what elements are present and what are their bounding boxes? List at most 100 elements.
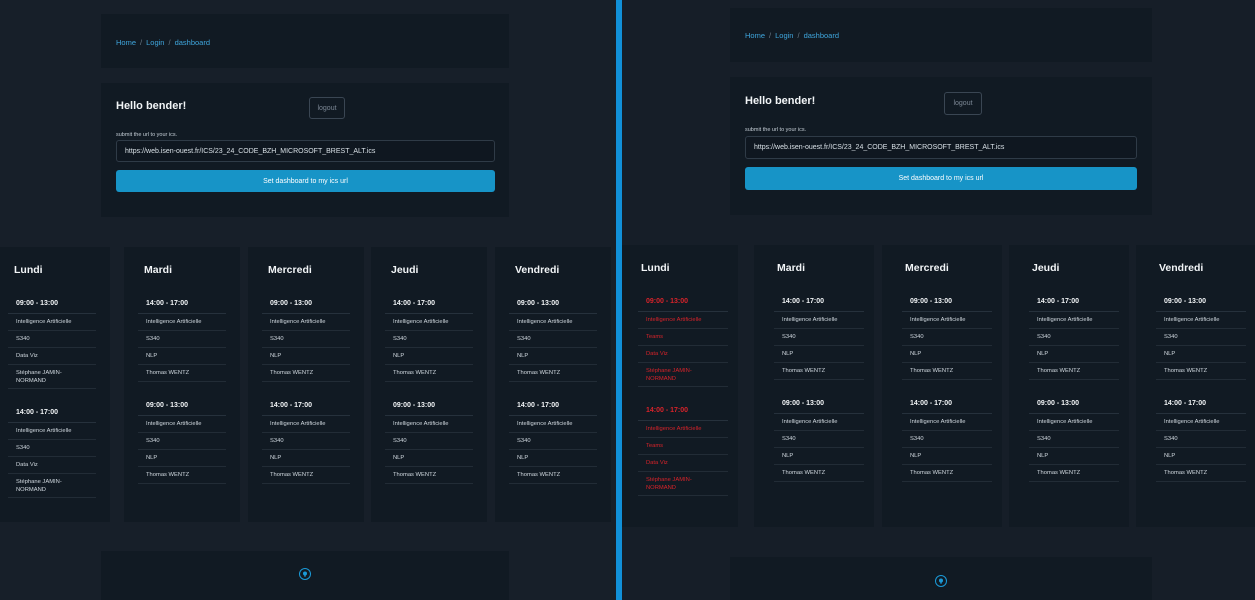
day-title: Mercredi [905, 262, 949, 274]
breadcrumb: Home / Login / dashboard [745, 31, 843, 40]
event-teacher: Thomas WENTZ [509, 467, 597, 484]
event-group: NLP [1029, 448, 1119, 465]
set-dashboard-button[interactable]: Set dashboard to my ics url [745, 167, 1137, 190]
set-dashboard-button[interactable]: Set dashboard to my ics url [116, 170, 495, 192]
event-list: 14:00 - 17:00 Intelligence Artificielle S3… [385, 296, 473, 500]
event-card[interactable]: 14:00 - 17:00 Intelligence Artificielle Te… [638, 403, 728, 496]
event-group: NLP [509, 348, 597, 365]
ics-url-input[interactable]: https://web.isen-ouest.fr/ICS/23_24_CODE… [745, 136, 1137, 159]
event-group: NLP [138, 450, 226, 467]
day-title: Mercredi [268, 264, 312, 276]
event-course: Intelligence Artificielle [902, 312, 992, 329]
event-course: Intelligence Artificielle [1156, 414, 1246, 431]
event-card[interactable]: 09:00 - 13:00 Intelligence Artificielle S3… [8, 296, 96, 389]
event-teacher: Thomas WENTZ [138, 467, 226, 484]
event-course: Intelligence Artificielle [509, 416, 597, 433]
breadcrumb-separator: / [140, 38, 143, 47]
event-card[interactable]: 14:00 - 17:00 Intelligence Artificielle S3… [138, 296, 226, 382]
breadcrumb-login-link[interactable]: Login [775, 31, 793, 40]
event-card[interactable]: 14:00 - 17:00 Intelligence Artificielle S3… [774, 294, 864, 380]
brand-logo-icon[interactable] [299, 568, 311, 580]
event-group: NLP [1029, 346, 1119, 363]
breadcrumb-card: Home / Login / dashboard [730, 8, 1152, 62]
event-card[interactable]: 14:00 - 17:00 Intelligence Artificielle S3… [509, 398, 597, 484]
event-room: S340 [138, 331, 226, 348]
event-group: NLP [774, 448, 864, 465]
event-card[interactable]: 14:00 - 17:00 Intelligence Artificielle S3… [385, 296, 473, 382]
event-card[interactable]: 14:00 - 17:00 Intelligence Artificielle S3… [1029, 294, 1119, 380]
left-window: Home / Login / dashboard Hello bender! logou… [0, 0, 616, 600]
event-card[interactable]: 14:00 - 17:00 Intelligence Artificielle S3… [8, 405, 96, 498]
event-course: Intelligence Artificielle [509, 314, 597, 331]
event-course: Intelligence Artificielle [638, 421, 728, 438]
event-teacher: Thomas WENTZ [262, 467, 350, 484]
event-card[interactable]: 14:00 - 17:00 Intelligence Artificielle S3… [902, 396, 992, 482]
event-group: Data Viz [638, 455, 728, 472]
event-room: S340 [138, 433, 226, 450]
event-teacher: Thomas WENTZ [902, 465, 992, 482]
event-time: 09:00 - 13:00 [509, 296, 597, 314]
event-time: 09:00 - 13:00 [902, 294, 992, 312]
event-card[interactable]: 14:00 - 17:00 Intelligence Artificielle S3… [262, 398, 350, 484]
ics-url-input[interactable]: https://web.isen-ouest.fr/ICS/23_24_CODE… [116, 140, 495, 162]
event-group: Data Viz [638, 346, 728, 363]
breadcrumb-dashboard-link[interactable]: dashboard [804, 31, 839, 40]
event-card[interactable]: 09:00 - 13:00 Intelligence Artificielle S3… [1156, 294, 1246, 380]
event-room: S340 [385, 433, 473, 450]
event-course: Intelligence Artificielle [385, 314, 473, 331]
event-teacher: Thomas WENTZ [262, 365, 350, 382]
event-time: 14:00 - 17:00 [1156, 396, 1246, 414]
event-time: 09:00 - 13:00 [385, 398, 473, 416]
event-card[interactable]: 14:00 - 17:00 Intelligence Artificielle S3… [1156, 396, 1246, 482]
event-group: NLP [1156, 448, 1246, 465]
event-card[interactable]: 09:00 - 13:00 Intelligence Artificielle S3… [1029, 396, 1119, 482]
event-time: 09:00 - 13:00 [8, 296, 96, 314]
day-title: Lundi [14, 264, 43, 276]
event-time: 14:00 - 17:00 [509, 398, 597, 416]
event-card[interactable]: 09:00 - 13:00 Intelligence Artificielle S3… [509, 296, 597, 382]
event-list: 09:00 - 13:00 Intelligence Artificielle S3… [262, 296, 350, 500]
event-room: S340 [262, 433, 350, 450]
day-column: Jeudi 14:00 - 17:00 Intelligence Artificie… [371, 247, 487, 522]
settings-card: Hello bender! logout submit the url to y… [730, 77, 1152, 215]
logout-button[interactable]: logout [944, 92, 982, 115]
logout-button[interactable]: logout [309, 97, 345, 119]
breadcrumb-separator: / [168, 38, 171, 47]
breadcrumb-card: Home / Login / dashboard [101, 14, 509, 68]
event-teacher: Thomas WENTZ [1029, 363, 1119, 380]
event-group: Data Viz [8, 457, 96, 474]
day-column: Mercredi 09:00 - 13:00 Intelligence Artifi… [248, 247, 364, 522]
breadcrumb-dashboard-link[interactable]: dashboard [175, 38, 210, 47]
day-title: Vendredi [515, 264, 560, 276]
event-card[interactable]: 09:00 - 13:00 Intelligence Artificielle S3… [774, 396, 864, 482]
event-course: Intelligence Artificielle [385, 416, 473, 433]
footer [101, 551, 509, 600]
breadcrumb-login-link[interactable]: Login [146, 38, 164, 47]
event-card[interactable]: 09:00 - 13:00 Intelligence Artificielle S3… [385, 398, 473, 484]
event-time: 14:00 - 17:00 [902, 396, 992, 414]
day-title: Mardi [144, 264, 173, 276]
ics-url-label: submit the url to your ics. [116, 132, 178, 138]
settings-card: Hello bender! logout submit the url to y… [101, 83, 509, 217]
greeting-heading: Hello bender! [745, 95, 816, 107]
event-course: Intelligence Artificielle [8, 314, 96, 331]
breadcrumb: Home / Login / dashboard [116, 38, 214, 47]
event-teacher: Stéphane JAMIN-NORMAND [638, 472, 728, 496]
breadcrumb-home-link[interactable]: Home [745, 31, 765, 40]
event-teacher: Thomas WENTZ [385, 467, 473, 484]
breadcrumb-home-link[interactable]: Home [116, 38, 136, 47]
event-card[interactable]: 09:00 - 13:00 Intelligence Artificielle S3… [138, 398, 226, 484]
event-teacher: Stéphane JAMIN-NORMAND [8, 365, 96, 389]
event-course: Intelligence Artificielle [1029, 312, 1119, 329]
event-time: 09:00 - 13:00 [1029, 396, 1119, 414]
day-column: Jeudi 14:00 - 17:00 Intelligence Artificie… [1009, 245, 1129, 527]
event-card[interactable]: 09:00 - 13:00 Intelligence Artificielle S3… [902, 294, 992, 380]
event-course: Intelligence Artificielle [774, 414, 864, 431]
brand-logo-icon[interactable] [935, 575, 947, 587]
event-card[interactable]: 09:00 - 13:00 Intelligence Artificielle Te… [638, 294, 728, 387]
footer [730, 557, 1152, 600]
event-card[interactable]: 09:00 - 13:00 Intelligence Artificielle S3… [262, 296, 350, 382]
breadcrumb-separator: / [769, 31, 772, 40]
event-room: S340 [8, 440, 96, 457]
event-room: S340 [262, 331, 350, 348]
